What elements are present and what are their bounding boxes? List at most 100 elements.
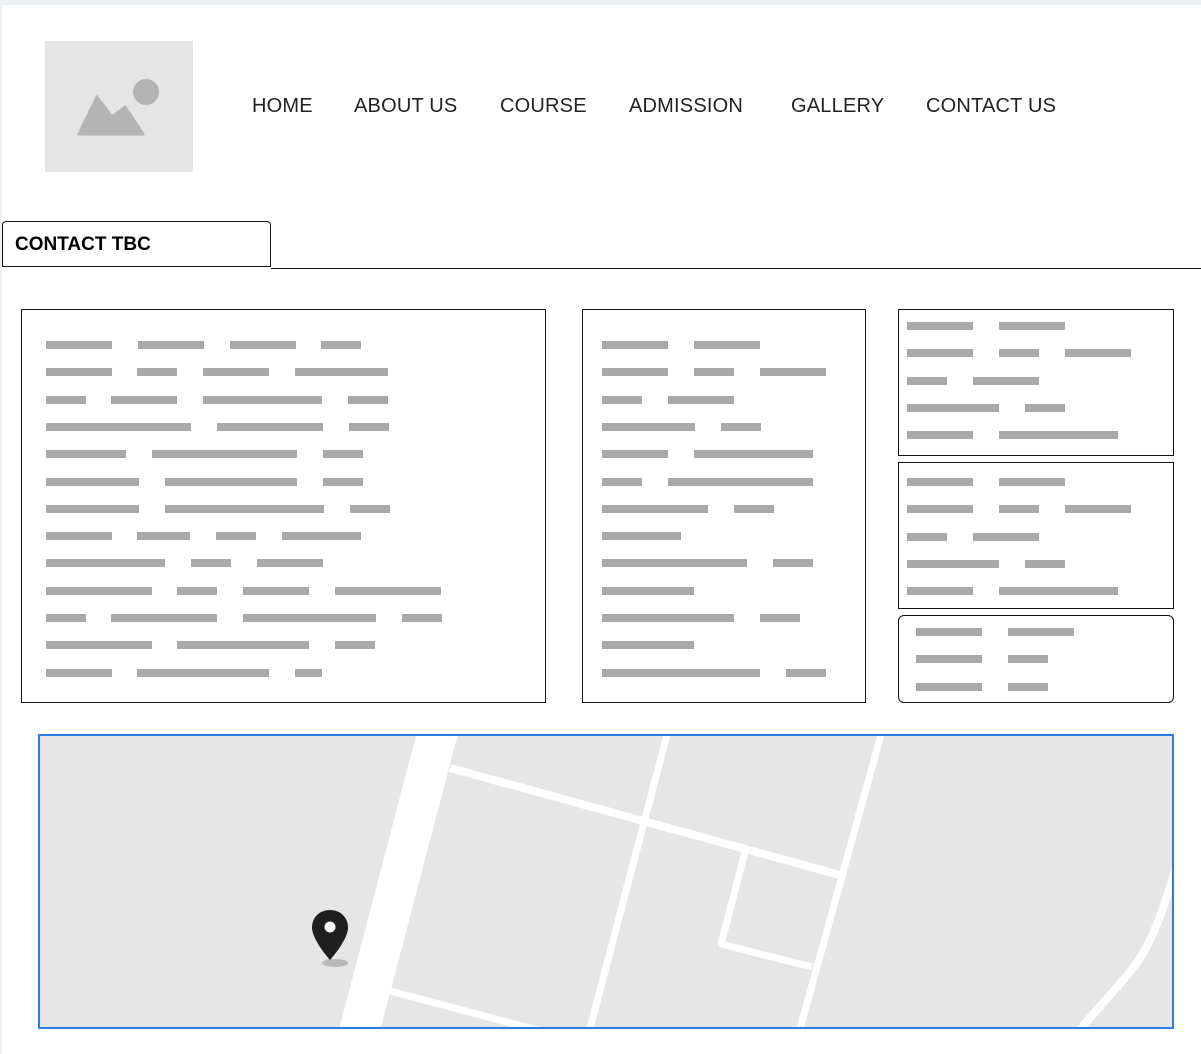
placeholder-text-line — [694, 341, 760, 349]
placeholder-text-line — [350, 505, 390, 513]
placeholder-text-line — [602, 478, 642, 486]
text-panel-middle — [582, 309, 866, 703]
placeholder-text-line — [111, 396, 177, 404]
nav-home[interactable]: HOME — [252, 95, 313, 118]
placeholder-text-line — [46, 669, 112, 677]
placeholder-text-line — [668, 396, 734, 404]
placeholder-text-line — [602, 396, 642, 404]
placeholder-text-line — [402, 614, 442, 622]
placeholder-text-line — [602, 532, 681, 540]
placeholder-text-line — [973, 377, 1039, 385]
text-panel-main — [21, 309, 546, 703]
placeholder-text-line — [46, 341, 112, 349]
placeholder-text-line — [295, 669, 322, 677]
placeholder-text-line — [243, 587, 309, 595]
placeholder-text-line — [973, 533, 1039, 541]
placeholder-text-line — [907, 431, 973, 439]
placeholder-text-line — [999, 505, 1039, 513]
placeholder-text-line — [46, 423, 191, 431]
placeholder-text-line — [999, 322, 1065, 330]
placeholder-text-line — [694, 368, 734, 376]
placeholder-text-line — [602, 368, 668, 376]
map-pin-icon[interactable] — [306, 906, 354, 970]
placeholder-text-line — [46, 532, 112, 540]
placeholder-text-line — [216, 532, 256, 540]
placeholder-text-line — [1025, 404, 1065, 412]
placeholder-text-line — [1025, 560, 1065, 568]
placeholder-text-line — [602, 587, 694, 595]
map[interactable] — [38, 734, 1174, 1029]
placeholder-text-line — [602, 450, 668, 458]
nav-course[interactable]: COURSE — [500, 95, 587, 118]
placeholder-text-line — [257, 559, 323, 567]
placeholder-text-line — [46, 559, 165, 567]
placeholder-text-line — [1008, 628, 1074, 636]
placeholder-text-line — [999, 349, 1039, 357]
placeholder-text-line — [46, 368, 112, 376]
placeholder-text-line — [1008, 683, 1048, 691]
placeholder-text-line — [348, 396, 388, 404]
placeholder-text-line — [165, 505, 324, 513]
placeholder-text-line — [602, 505, 708, 513]
placeholder-text-line — [137, 532, 190, 540]
placeholder-text-line — [907, 349, 973, 357]
placeholder-text-line — [177, 641, 309, 649]
text-panel-right-top — [898, 309, 1174, 456]
placeholder-text-line — [907, 587, 973, 595]
placeholder-text-line — [907, 322, 973, 330]
placeholder-text-line — [165, 478, 297, 486]
placeholder-text-line — [907, 478, 973, 486]
placeholder-text-line — [602, 341, 668, 349]
page-title: CONTACT TBC — [15, 234, 151, 255]
placeholder-text-line — [335, 641, 375, 649]
placeholder-text-line — [668, 478, 813, 486]
placeholder-text-line — [203, 368, 269, 376]
nav-admission[interactable]: ADMISSION — [629, 95, 743, 118]
placeholder-text-line — [907, 377, 947, 385]
placeholder-text-line — [295, 368, 388, 376]
placeholder-text-line — [734, 505, 774, 513]
placeholder-text-line — [907, 533, 947, 541]
placeholder-text-line — [177, 587, 217, 595]
placeholder-text-line — [773, 559, 813, 567]
placeholder-text-line — [602, 559, 747, 567]
page-title-tab: CONTACT TBC — [2, 221, 271, 267]
placeholder-text-line — [760, 614, 800, 622]
placeholder-text-line — [243, 614, 376, 622]
image-placeholder-icon — [77, 79, 159, 136]
placeholder-text-line — [111, 614, 217, 622]
placeholder-text-line — [323, 450, 363, 458]
placeholder-text-line — [46, 641, 152, 649]
placeholder-text-line — [137, 669, 269, 677]
placeholder-text-line — [323, 478, 363, 486]
placeholder-text-line — [602, 641, 694, 649]
placeholder-text-line — [137, 368, 177, 376]
placeholder-text-line — [916, 683, 982, 691]
placeholder-text-line — [907, 560, 999, 568]
logo-image-placeholder[interactable] — [45, 41, 193, 172]
placeholder-text-line — [46, 396, 86, 404]
placeholder-text-line — [335, 587, 441, 595]
placeholder-text-line — [602, 423, 695, 431]
placeholder-text-line — [282, 532, 361, 540]
placeholder-text-line — [349, 423, 389, 431]
nav-about-us[interactable]: ABOUT US — [354, 95, 457, 118]
placeholder-text-line — [46, 450, 126, 458]
placeholder-text-line — [191, 559, 231, 567]
placeholder-text-line — [760, 368, 826, 376]
nav-contact-us[interactable]: CONTACT US — [926, 95, 1056, 118]
placeholder-text-line — [46, 587, 152, 595]
placeholder-text-line — [907, 505, 973, 513]
placeholder-text-line — [602, 614, 734, 622]
placeholder-text-line — [721, 423, 761, 431]
placeholder-text-line — [1065, 505, 1131, 513]
text-panel-right-middle — [898, 462, 1174, 609]
placeholder-text-line — [1008, 655, 1048, 663]
placeholder-text-line — [152, 450, 297, 458]
placeholder-text-line — [203, 396, 322, 404]
placeholder-text-line — [694, 450, 813, 458]
placeholder-text-line — [999, 587, 1118, 595]
placeholder-text-line — [916, 655, 982, 663]
placeholder-text-line — [46, 614, 86, 622]
nav-gallery[interactable]: GALLERY — [791, 95, 884, 118]
